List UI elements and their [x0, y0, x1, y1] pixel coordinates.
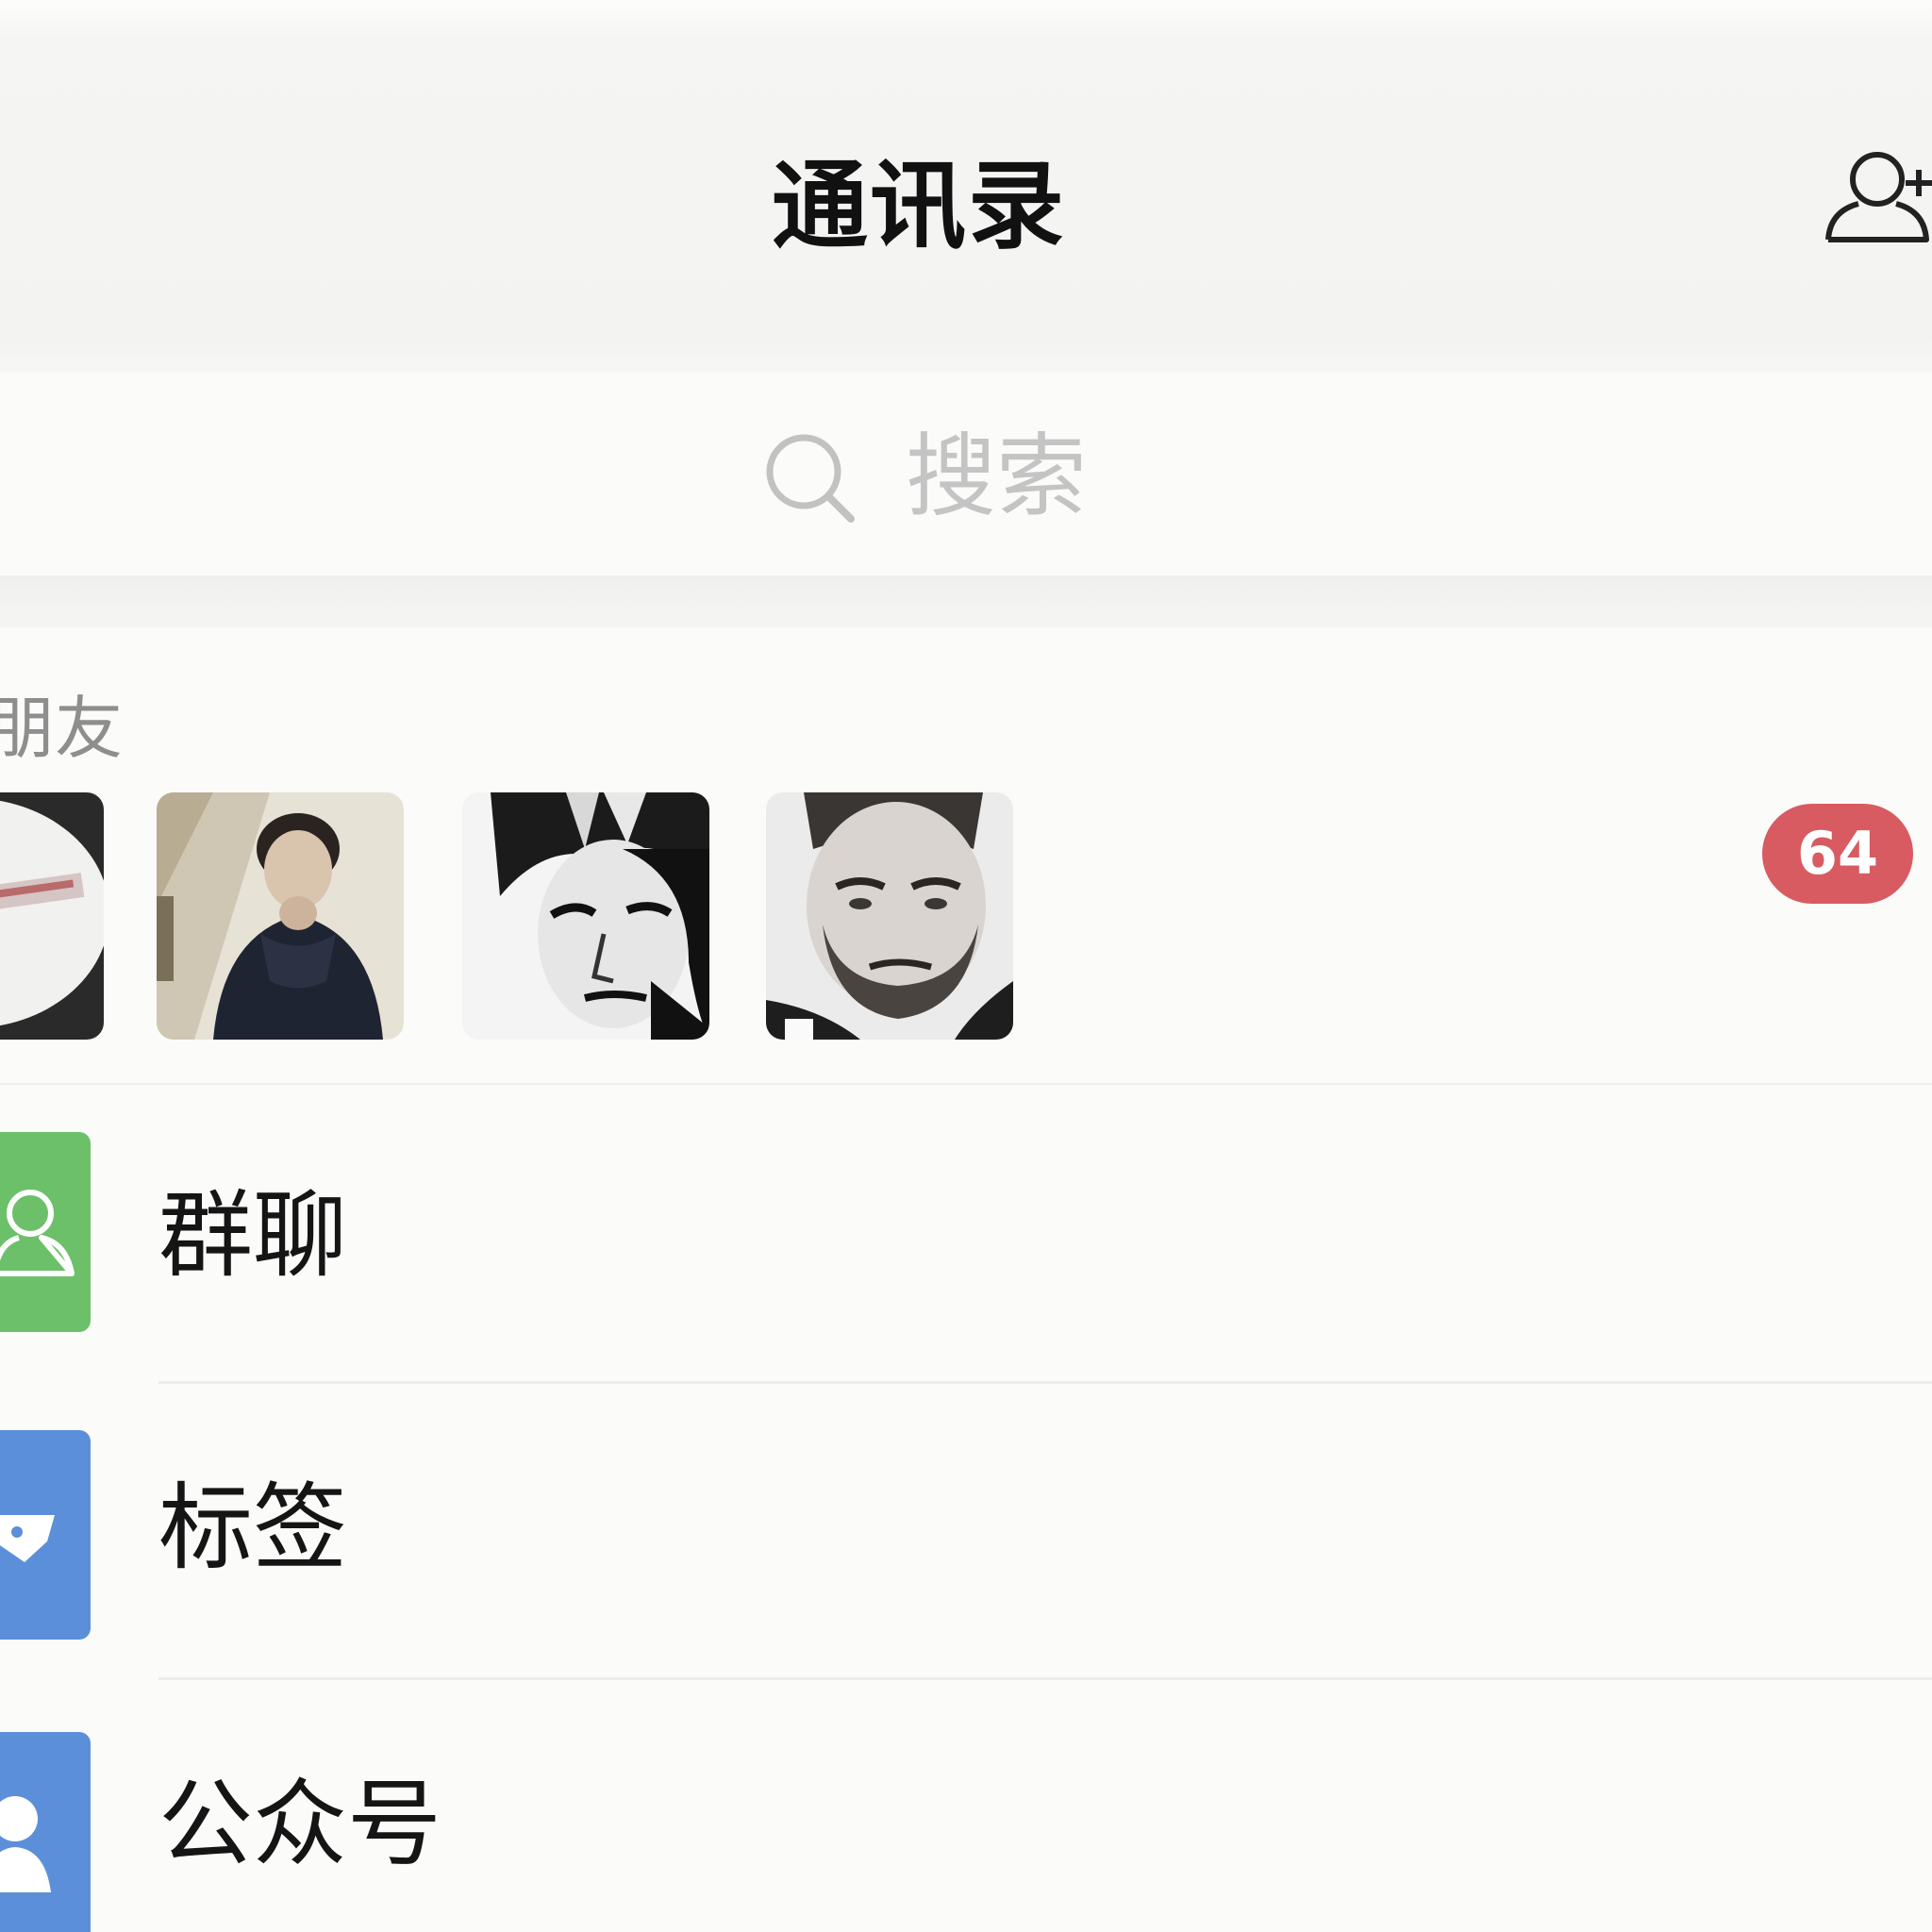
- add-friend-button[interactable]: [1821, 142, 1932, 255]
- search-gap: [0, 575, 1932, 627]
- page-title: 通讯录: [772, 151, 1066, 263]
- menu-item-group-chat[interactable]: 群聊: [0, 1094, 1932, 1377]
- menu-item-label: 标签: [158, 1473, 347, 1583]
- avatar-image: [0, 792, 104, 1040]
- friend-avatar[interactable]: [462, 792, 709, 1040]
- menu-item-official-accounts[interactable]: 公众号: [0, 1683, 1932, 1932]
- tag-icon: [0, 1430, 91, 1640]
- friend-avatar[interactable]: [0, 792, 104, 1040]
- friends-section-label: 朋友: [0, 689, 124, 768]
- menu-item-label: 公众号: [158, 1769, 441, 1879]
- official-account-icon: [0, 1732, 91, 1932]
- avatar-image: [766, 792, 1013, 1040]
- friend-avatar[interactable]: [157, 792, 404, 1040]
- menu-item-tags[interactable]: 标签: [0, 1387, 1932, 1670]
- list-divider: [158, 1677, 1932, 1680]
- avatar-image: [462, 792, 709, 1040]
- search-icon: [766, 434, 855, 523]
- group-chat-icon: [0, 1132, 91, 1332]
- nav-header: 通讯录: [0, 0, 1932, 373]
- list-divider: [158, 1381, 1932, 1384]
- contacts-screen: 通讯录 搜索 朋友 64 群聊 标签 公众号: [0, 0, 1932, 1932]
- section-divider: [0, 1083, 1932, 1085]
- search-placeholder: 搜索: [906, 424, 1087, 529]
- new-friends-count-badge: 64: [1762, 804, 1913, 904]
- add-user-icon: [1825, 152, 1932, 242]
- search-input[interactable]: 搜索: [736, 415, 1132, 538]
- new-friends-avatars: [0, 792, 1038, 1042]
- avatar-image: [157, 792, 404, 1040]
- menu-item-label: 群聊: [158, 1180, 347, 1291]
- friend-avatar[interactable]: [766, 792, 1013, 1040]
